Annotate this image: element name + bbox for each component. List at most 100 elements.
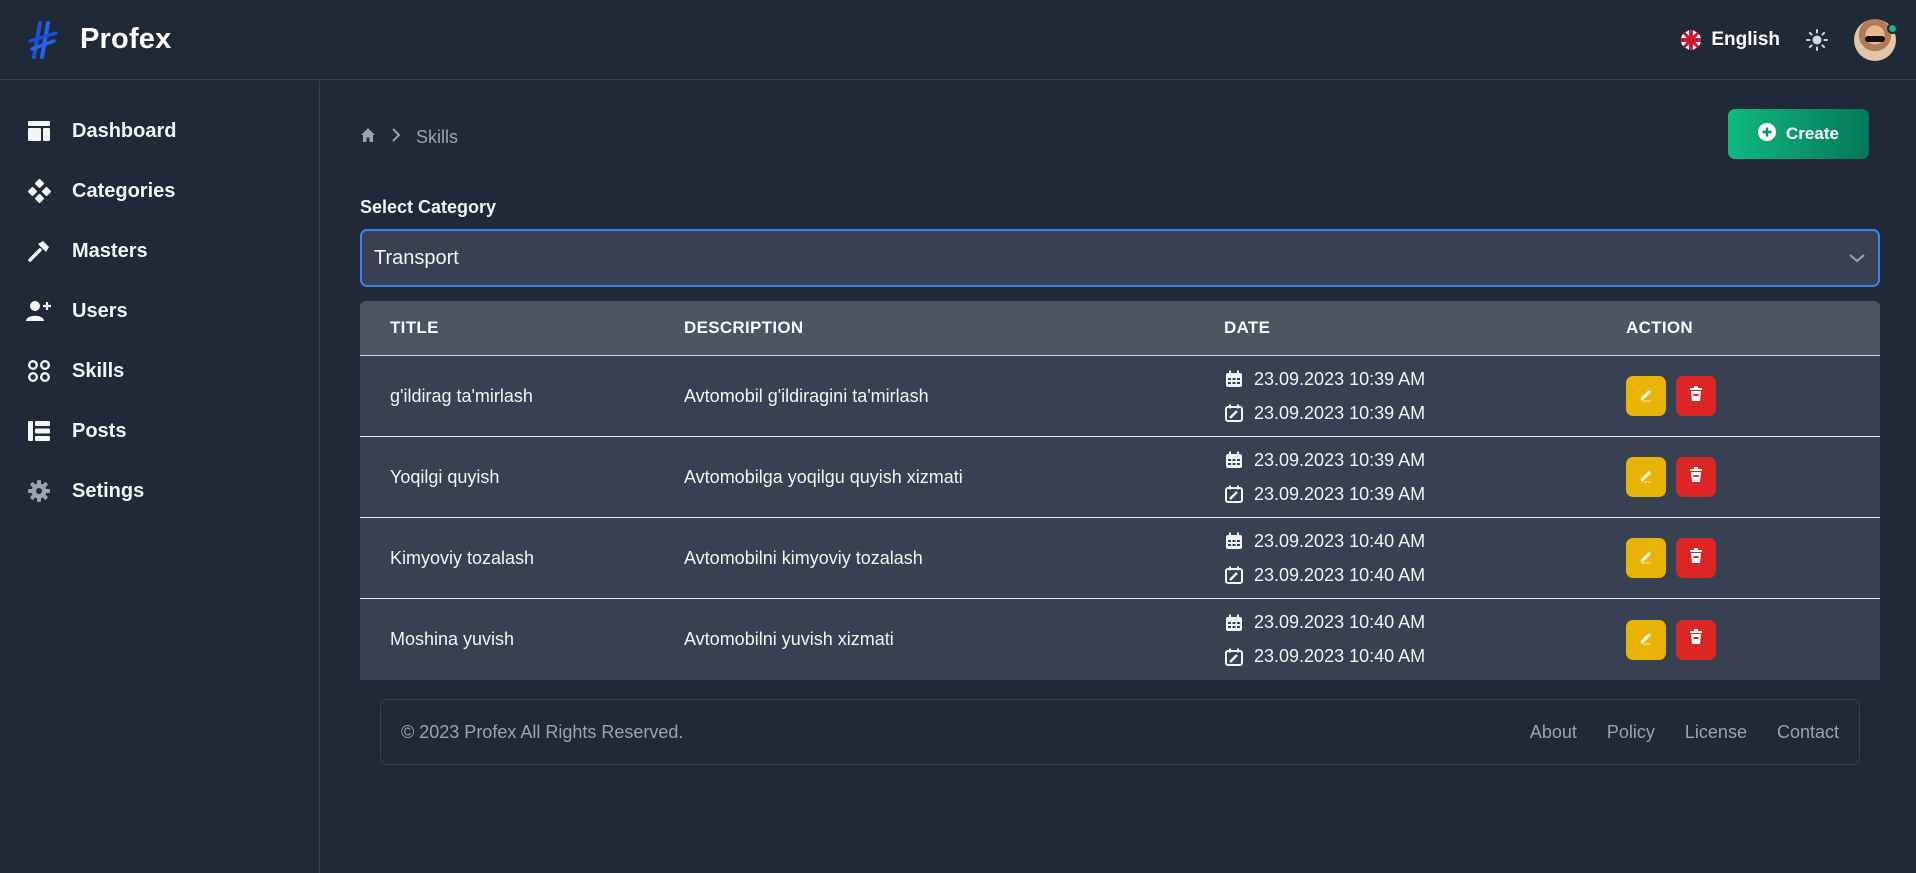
trash-icon xyxy=(1689,385,1703,407)
edit-button[interactable] xyxy=(1626,457,1666,497)
table-header: TITLE DESCRIPTION DATE ACTION xyxy=(360,301,1880,356)
created-date: 23.09.2023 10:39 AM xyxy=(1254,449,1426,470)
sidebar-item-skills[interactable]: Skills xyxy=(0,341,319,401)
updated-date: 23.09.2023 10:39 AM xyxy=(1254,402,1426,423)
row-actions xyxy=(1626,619,1716,660)
sun-icon[interactable] xyxy=(1802,25,1832,55)
delete-button[interactable] xyxy=(1676,457,1716,497)
sidebar-item-categories[interactable]: Categories xyxy=(0,161,319,221)
category-select[interactable]: Transport xyxy=(360,229,1880,287)
sidebar-item-posts[interactable]: Posts xyxy=(0,401,319,461)
created-date: 23.09.2023 10:40 AM xyxy=(1254,612,1426,632)
row-description: Avtomobilni yuvish xizmati xyxy=(684,629,894,649)
sidebar-item-label: Masters xyxy=(72,239,148,262)
edit-button[interactable] xyxy=(1626,538,1666,578)
create-button[interactable]: Create xyxy=(1728,109,1869,159)
home-icon[interactable] xyxy=(360,127,376,148)
updated-date: 23.09.2023 10:40 AM xyxy=(1254,646,1426,666)
edit-button[interactable] xyxy=(1626,619,1666,660)
table-row: Moshina yuvish Avtomobilni yuvish xizmat… xyxy=(360,599,1880,680)
footer-link-contact[interactable]: Contact xyxy=(1777,722,1839,743)
created-date: 23.09.2023 10:39 AM xyxy=(1254,368,1426,389)
sidebar-item-users[interactable]: Users xyxy=(0,281,319,341)
pencil-icon xyxy=(1638,467,1654,488)
copyright-text: © 2023 Profex All Rights Reserved. xyxy=(401,721,684,742)
user-plus-icon xyxy=(26,298,52,324)
user-avatar[interactable] xyxy=(1854,18,1898,61)
sidebar-item-label: Dashboard xyxy=(72,119,177,142)
pencil-icon xyxy=(1638,386,1654,407)
edit-button[interactable] xyxy=(1626,376,1666,416)
footer-link-about[interactable]: About xyxy=(1530,722,1577,743)
gear-icon xyxy=(26,478,52,504)
trash-icon xyxy=(1689,547,1703,569)
created-date: 23.09.2023 10:40 AM xyxy=(1254,530,1426,551)
row-title: Kimyoviy tozalash xyxy=(390,547,535,568)
column-header-title: TITLE xyxy=(390,318,439,337)
chevron-right-icon xyxy=(390,127,402,148)
select-category-label: Select Category xyxy=(360,197,497,217)
sidebar-item-label: Skills xyxy=(72,359,125,382)
sidebar: Dashboard Categories Masters Users Skill… xyxy=(0,81,320,873)
pencil-icon xyxy=(1638,548,1654,569)
skills-icon xyxy=(26,358,52,384)
top-bar: Profex English xyxy=(0,0,1916,80)
pencil-icon xyxy=(1638,629,1654,650)
brand[interactable]: Profex xyxy=(26,19,171,61)
language-selector[interactable]: English xyxy=(1681,29,1780,51)
create-button-label: Create xyxy=(1786,124,1839,143)
trash-icon xyxy=(1689,466,1703,488)
row-date: 23.09.2023 10:40 AM 23.09.2023 10:40 AM xyxy=(1224,606,1626,674)
footer: © 2023 Profex All Rights Reserved. About… xyxy=(380,699,1860,765)
table-row: g'ildirag ta'mirlash Avtomobil g'ildirag… xyxy=(360,356,1880,437)
breadcrumb-current: Skills xyxy=(416,127,459,147)
list-icon xyxy=(26,418,52,444)
sidebar-item-label: Users xyxy=(72,299,128,322)
breadcrumb: Skills xyxy=(360,127,458,148)
row-actions xyxy=(1626,538,1716,578)
row-title: g'ildirag ta'mirlash xyxy=(390,385,533,406)
calendar-icon xyxy=(1224,613,1244,633)
dashboard-icon xyxy=(26,118,52,144)
column-header-action: ACTION xyxy=(1626,318,1693,337)
row-description: Avtomobilga yoqilgu quyish xizmati xyxy=(684,466,963,487)
footer-links: About Policy License Contact xyxy=(1530,722,1839,743)
profex-logo-icon xyxy=(26,19,60,61)
sidebar-item-settings[interactable]: Setings xyxy=(0,461,319,521)
brand-name: Profex xyxy=(80,23,172,55)
plus-circle-icon xyxy=(1758,122,1777,146)
footer-link-policy[interactable]: Policy xyxy=(1607,722,1655,743)
sidebar-item-label: Posts xyxy=(72,419,127,442)
calendar-icon xyxy=(1224,531,1244,551)
row-date: 23.09.2023 10:39 AM 23.09.2023 10:39 AM xyxy=(1224,362,1626,430)
calendar-icon xyxy=(1224,369,1244,389)
updated-date: 23.09.2023 10:39 AM xyxy=(1254,483,1426,504)
row-date: 23.09.2023 10:39 AM 23.09.2023 10:39 AM xyxy=(1224,443,1626,511)
row-description: Avtomobilni kimyoviy tozalash xyxy=(684,547,923,568)
table-row: Yoqilgi quyish Avtomobilga yoqilgu quyis… xyxy=(360,437,1880,518)
category-select-value: Transport xyxy=(374,246,459,269)
updated-date: 23.09.2023 10:40 AM xyxy=(1254,564,1426,585)
header-controls: English xyxy=(1681,18,1898,61)
delete-button[interactable] xyxy=(1676,619,1716,660)
calendar-edit-icon xyxy=(1224,403,1244,423)
row-title: Yoqilgi quyish xyxy=(390,466,500,487)
chevron-down-icon xyxy=(1848,247,1866,270)
calendar-edit-icon xyxy=(1224,484,1244,504)
calendar-icon xyxy=(1224,450,1244,470)
delete-button[interactable] xyxy=(1676,538,1716,578)
hammer-icon xyxy=(26,238,52,264)
footer-link-license[interactable]: License xyxy=(1685,722,1747,743)
language-label: English xyxy=(1711,28,1780,50)
calendar-edit-icon xyxy=(1224,565,1244,585)
row-date: 23.09.2023 10:40 AM 23.09.2023 10:40 AM xyxy=(1224,524,1626,592)
delete-button[interactable] xyxy=(1676,376,1716,416)
row-actions xyxy=(1626,457,1716,497)
categories-icon xyxy=(26,178,52,204)
online-status-indicator xyxy=(1887,22,1898,34)
sidebar-item-dashboard[interactable]: Dashboard xyxy=(0,101,319,161)
table-row: Kimyoviy tozalash Avtomobilni kimyoviy t… xyxy=(360,518,1880,599)
sidebar-item-label: Categories xyxy=(72,179,176,202)
row-actions xyxy=(1626,376,1716,416)
sidebar-item-masters[interactable]: Masters xyxy=(0,221,319,281)
